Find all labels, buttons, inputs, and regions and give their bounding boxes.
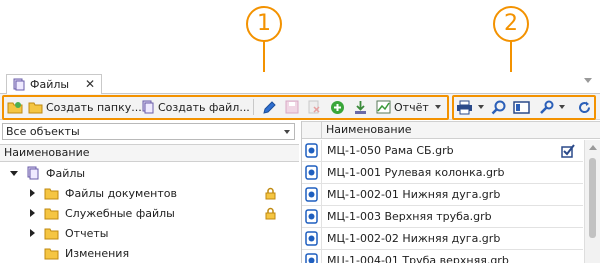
folder-icon [44,208,59,219]
file-list-scrollbar[interactable] [584,140,600,263]
tree-item-document-files[interactable]: Файлы документов [30,183,280,203]
tree-item-changes[interactable]: Изменения [44,243,129,263]
grb-file-icon [305,165,318,180]
tree-item-service-files[interactable]: Служебные файлы [30,203,280,223]
file-list-pane: Наименование МЦ-1-050 Рама СБ.grb МЦ-1-0… [301,121,600,263]
object-filter-value: Все объекты [6,125,80,138]
callout-2-marker: 2 [493,6,529,42]
file-name: МЦ-1-002-01 Нижняя дуга.grb [327,188,501,201]
folder-icon [44,188,59,199]
scrollbar-thumb[interactable] [589,158,596,238]
tree-column-header[interactable]: Наименование [0,144,299,162]
grb-file-icon [305,231,318,246]
folder-tree-pane: Все объекты Наименование Файлы Файлы док… [0,121,299,263]
checkbox-checked-icon[interactable] [561,144,575,158]
file-row[interactable]: МЦ-1-002-02 Нижняя дуга.grb [302,228,583,250]
tree-item-reports[interactable]: Отчеты [30,223,108,243]
tab-files[interactable]: Файлы ✕ [6,74,102,94]
file-row[interactable]: МЦ-1-004-01 Труба верхняя.grb [302,250,583,263]
document-tab-strip: Файлы ✕ [0,72,600,94]
file-row-icon-cell [302,162,322,183]
file-row[interactable]: МЦ-1-050 Рама СБ.grb [302,140,583,162]
files-tab-icon [13,78,25,91]
file-row-icon-cell [302,228,322,249]
lock-icon [265,187,276,199]
folder-icon [44,248,59,259]
file-list-header-index [302,121,322,139]
file-name: МЦ-1-001 Рулевая колонка.grb [327,166,505,179]
object-filter-select[interactable]: Все объекты [2,123,295,140]
file-name: МЦ-1-004-01 Труба верхняя.grb [327,254,509,263]
folder-icon [44,228,59,239]
close-icon[interactable]: ✕ [85,77,95,91]
grb-file-icon [305,187,318,202]
tab-files-label: Файлы [30,78,70,91]
expanded-triangle-icon[interactable] [10,170,18,176]
chevron-down-icon [284,130,290,134]
callout-1-marker: 1 [246,6,282,42]
callout-2-highlight [452,95,596,120]
file-name: МЦ-1-003 Верхняя труба.grb [327,210,492,223]
grb-file-icon [305,253,318,263]
tab-list-dropdown-icon[interactable] [584,78,592,83]
file-row-icon-cell [302,140,322,161]
tree-item-label: Служебные файлы [65,206,175,220]
file-row[interactable]: МЦ-1-001 Рулевая колонка.grb [302,162,583,184]
tree-item-label: Файлы [46,166,86,180]
lock-icon [265,207,276,219]
file-row-icon-cell [302,250,322,263]
grb-file-icon [305,143,318,158]
tree-item-label: Отчеты [65,226,109,240]
tree-item-label: Файлы документов [65,186,177,200]
tree-column-header-label: Наименование [4,146,90,159]
tree-item-label: Изменения [65,246,130,260]
file-list-column-header-label: Наименование [326,123,412,136]
grb-file-icon [305,209,318,224]
callout-1-highlight [2,95,449,120]
file-list-column-header[interactable]: Наименование [322,121,600,139]
collapsed-triangle-icon[interactable] [30,189,35,197]
file-name: МЦ-1-050 Рама СБ.grb [327,144,454,157]
file-row[interactable]: МЦ-1-002-01 Нижняя дуга.grb [302,184,583,206]
file-row-icon-cell [302,206,322,227]
files-root-icon [27,166,39,180]
collapsed-triangle-icon[interactable] [30,229,35,237]
tree-item-files[interactable]: Файлы [10,163,85,183]
collapsed-triangle-icon[interactable] [30,209,35,217]
file-row-icon-cell [302,184,322,205]
file-row[interactable]: МЦ-1-003 Верхняя труба.grb [302,206,583,228]
scroll-up-icon[interactable] [589,145,597,150]
file-name: МЦ-1-002-02 Нижняя дуга.grb [327,232,501,245]
